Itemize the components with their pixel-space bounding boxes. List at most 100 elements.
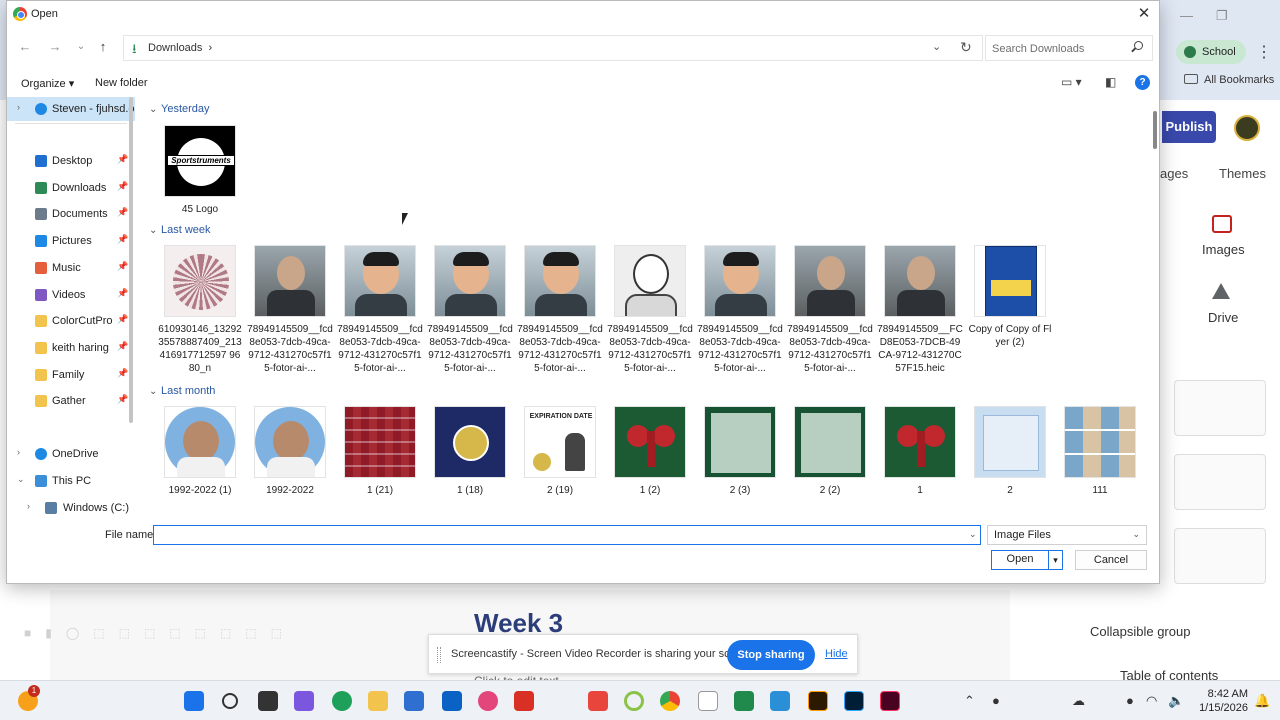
images-icon[interactable]: [1212, 215, 1232, 233]
new-folder-button[interactable]: New folder: [95, 77, 148, 89]
chevron-down-icon[interactable]: ⌄: [969, 529, 977, 540]
images-label[interactable]: Images: [1202, 242, 1245, 257]
navigation-scrollbar[interactable]: [129, 97, 133, 423]
file-item[interactable]: 78949145509__fcd8e053-7dcb-49ca-9712-431…: [337, 245, 423, 375]
chevron-up-icon[interactable]: ⌃: [964, 693, 975, 709]
open-options-dropdown[interactable]: ▾: [1049, 550, 1063, 570]
sidebar-item-windows-drive[interactable]: › Windows (C:): [7, 496, 135, 520]
app-icon[interactable]: [588, 691, 608, 711]
file-item[interactable]: 1 (21): [337, 406, 423, 497]
pin-icon[interactable]: 📌: [117, 261, 128, 272]
group-header-yesterday[interactable]: Yesterday: [149, 103, 210, 115]
app-icon[interactable]: [770, 691, 790, 711]
recent-locations-icon[interactable]: ⌄: [71, 37, 91, 57]
file-thumbnail[interactable]: EXPIRATION DATE: [524, 406, 596, 478]
notepad-icon[interactable]: [698, 691, 718, 711]
sidebar-item-music[interactable]: Music 📌: [7, 256, 135, 280]
pin-icon[interactable]: 📌: [117, 341, 128, 352]
file-thumbnail[interactable]: [164, 245, 236, 317]
file-thumbnail[interactable]: [974, 406, 1046, 478]
sidebar-item-onedrive-account[interactable]: › Steven - fjuhsd.o: [7, 97, 135, 121]
notifications-icon[interactable]: 🔔: [1254, 693, 1270, 709]
layout-card[interactable]: [1174, 528, 1266, 584]
drive-label[interactable]: Drive: [1208, 310, 1238, 325]
browser-menu-icon[interactable]: ⋮: [1256, 42, 1272, 62]
change-view-icon[interactable]: ▭ ▾: [1061, 75, 1082, 89]
cancel-button[interactable]: Cancel: [1075, 550, 1147, 570]
file-type-select[interactable]: Image Files ⌄: [987, 525, 1147, 545]
file-thumbnail[interactable]: [434, 245, 506, 317]
pin-icon[interactable]: 📌: [117, 154, 128, 165]
file-item[interactable]: 2: [967, 406, 1053, 497]
search-input[interactable]: Search Downloads: [992, 43, 1084, 55]
pin-icon[interactable]: 📌: [117, 234, 128, 245]
pin-icon[interactable]: 📌: [117, 394, 128, 405]
file-thumbnail[interactable]: [254, 245, 326, 317]
microphone-icon[interactable]: ●: [992, 693, 1000, 708]
pin-icon[interactable]: 📌: [117, 288, 128, 299]
file-item[interactable]: 78949145509__fcd8e053-7dcb-49ca-9712-431…: [697, 245, 783, 375]
refresh-icon[interactable]: ↻: [960, 39, 972, 56]
file-item[interactable]: 78949145509__FCD8E053-7DCB-49CA-9712-431…: [877, 245, 963, 375]
illustrator-icon[interactable]: [808, 691, 828, 711]
address-bar[interactable]: ⭳ Downloads › ⌄ ↻: [123, 35, 983, 61]
file-name-input[interactable]: [153, 525, 981, 545]
sidebar-item-this-pc[interactable]: ⌄ This PC: [7, 469, 135, 493]
file-thumbnail[interactable]: [254, 406, 326, 478]
wifi-icon[interactable]: ◠: [1146, 693, 1157, 709]
file-item[interactable]: 78949145509__fcd8e053-7dcb-49ca-9712-431…: [607, 245, 693, 375]
chrome-icon[interactable]: [660, 691, 680, 711]
sidebar-item-family[interactable]: Family 📌: [7, 363, 135, 387]
file-thumbnail[interactable]: [164, 406, 236, 478]
indesign-icon[interactable]: [880, 691, 900, 711]
drive-icon[interactable]: [1212, 283, 1230, 299]
file-thumbnail[interactable]: [614, 245, 686, 317]
sidebar-item-pictures[interactable]: Pictures 📌: [7, 229, 135, 253]
file-thumbnail[interactable]: [704, 245, 776, 317]
file-thumbnail[interactable]: [884, 406, 956, 478]
sidebar-item-keith-haring[interactable]: keith haring 📌: [7, 336, 135, 360]
chevron-right-icon[interactable]: ›: [17, 447, 20, 457]
file-item[interactable]: 1 (18): [427, 406, 513, 497]
clock[interactable]: 8:42 AM 1/15/2026: [1198, 687, 1248, 715]
sidebar-item-colorcutpro[interactable]: ColorCutPro 📌: [7, 309, 135, 333]
pin-icon[interactable]: 📌: [117, 314, 128, 325]
sidebar-item-onedrive[interactable]: › OneDrive: [7, 442, 135, 466]
outlook-icon[interactable]: [442, 691, 462, 711]
file-item[interactable]: 2 (3): [697, 406, 783, 497]
edge-icon[interactable]: [332, 691, 352, 711]
file-thumbnail[interactable]: Sportstruments: [164, 125, 236, 197]
file-thumbnail[interactable]: [344, 245, 416, 317]
volume-icon[interactable]: 🔈: [1168, 693, 1184, 709]
file-item[interactable]: EXPIRATION DATE 2 (19): [517, 406, 603, 497]
file-item[interactable]: 78949145509__fcd8e053-7dcb-49ca-9712-431…: [787, 245, 873, 375]
all-bookmarks[interactable]: All Bookmarks: [1184, 74, 1274, 86]
sidebar-item-documents[interactable]: Documents 📌: [7, 202, 135, 226]
file-thumbnail[interactable]: [884, 245, 956, 317]
file-thumbnail[interactable]: [1064, 406, 1136, 478]
file-item[interactable]: 111: [1057, 406, 1143, 497]
file-thumbnail[interactable]: [344, 406, 416, 478]
photoshop-icon[interactable]: [844, 691, 864, 711]
file-thumbnail[interactable]: [794, 406, 866, 478]
file-item[interactable]: 1: [877, 406, 963, 497]
file-thumbnail[interactable]: [614, 406, 686, 478]
pin-icon[interactable]: 📌: [117, 368, 128, 379]
open-button[interactable]: Open: [991, 550, 1049, 570]
file-item[interactable]: 610930146_1329235578887409_2134169177125…: [157, 245, 243, 375]
file-explorer-icon[interactable]: [368, 691, 388, 711]
file-item[interactable]: Sportstruments 45 Logo: [157, 125, 243, 216]
layout-card[interactable]: [1174, 454, 1266, 510]
group-header-last-week[interactable]: Last week: [149, 224, 211, 236]
up-icon[interactable]: ↑: [93, 37, 113, 57]
publish-button[interactable]: Publish: [1162, 111, 1216, 143]
file-item[interactable]: 78949145509__fcd8e053-7dcb-49ca-9712-431…: [247, 245, 333, 375]
app-icon[interactable]: [734, 691, 754, 711]
file-thumbnail[interactable]: [704, 406, 776, 478]
search-box[interactable]: Search Downloads: [985, 35, 1153, 61]
file-thumbnail[interactable]: [794, 245, 866, 317]
start-icon[interactable]: [184, 691, 204, 711]
search-icon[interactable]: [222, 693, 238, 709]
organize-button[interactable]: Organize ▾: [21, 77, 74, 90]
app-icon[interactable]: [624, 691, 644, 711]
